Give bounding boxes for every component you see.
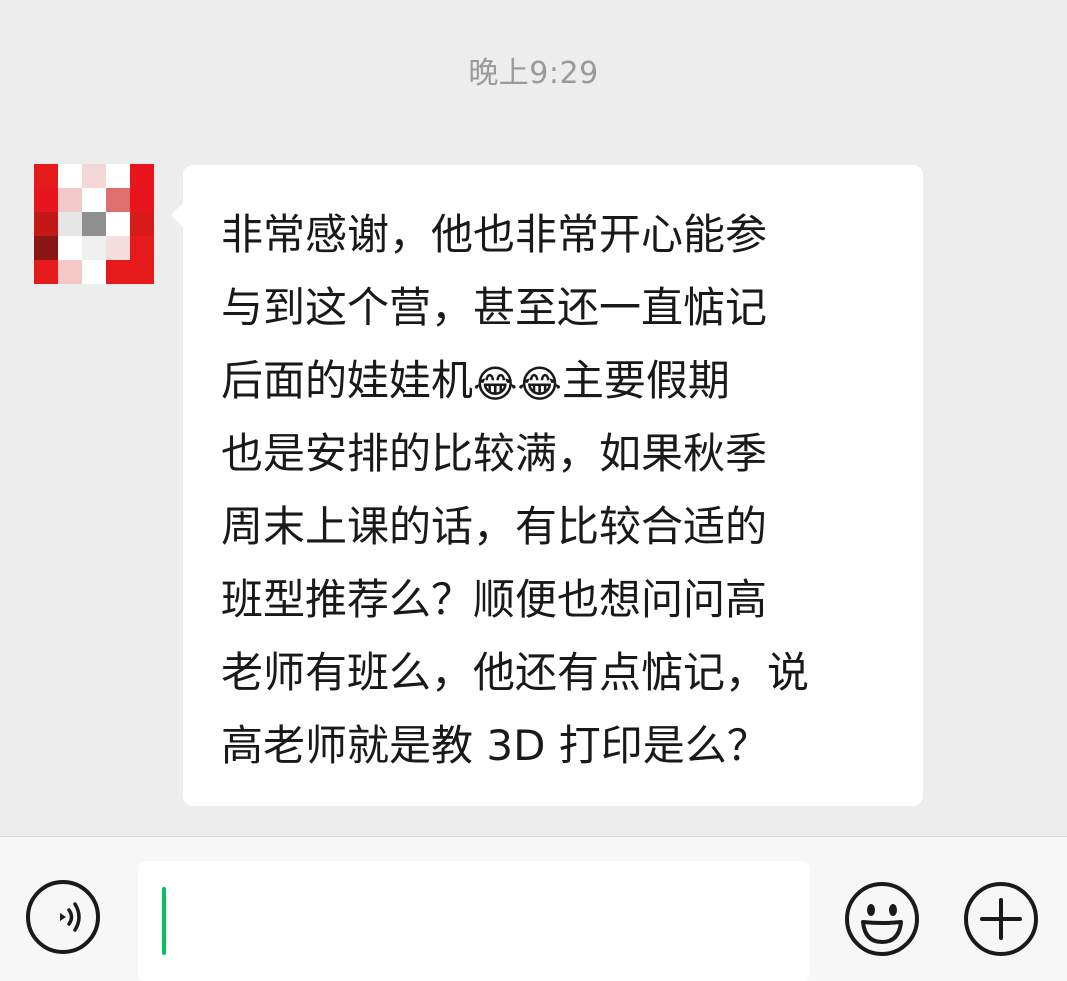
plus-more-icon <box>964 882 1038 956</box>
message-text: 非常感谢，他也非常开心能参 与到这个营，甚至还一直惦记 后面的娃娃机😂😂主要假期… <box>221 198 901 782</box>
text-caret <box>162 887 166 955</box>
contact-avatar[interactable] <box>34 164 154 284</box>
message-line: 周末上课的话，有比较合适的 <box>221 502 768 551</box>
emoji-button[interactable] <box>843 880 921 958</box>
message-line: 也是安排的比较满，如果秋季 <box>221 429 768 478</box>
message-line: 高老师就是教 3D 打印是么？ <box>221 721 769 770</box>
emoji-smile-icon <box>845 882 919 956</box>
message-timestamp: 晚上9:29 <box>468 56 599 91</box>
message-input[interactable] <box>138 861 810 981</box>
more-button[interactable] <box>962 880 1040 958</box>
message-line: 与到这个营，甚至还一直惦记 <box>221 283 768 332</box>
message-bubble[interactable]: 非常感谢，他也非常开心能参 与到这个营，甚至还一直惦记 后面的娃娃机😂😂主要假期… <box>171 165 923 806</box>
chat-input-bar <box>0 836 1067 981</box>
message-line: 班型推荐么？顺便也想问问高 <box>221 575 768 624</box>
message-line-text: 后面的娃娃机 <box>221 356 474 405</box>
message-line-text: 主要假期 <box>561 356 730 405</box>
message-line: 非常感谢，他也非常开心能参 <box>221 210 768 259</box>
message-line: 老师有班么，他还有点惦记，说 <box>221 648 810 697</box>
voice-input-icon <box>60 902 81 932</box>
message-line: 后面的娃娃机😂😂主要假期 <box>221 344 901 417</box>
tears-of-joy-emoji-icon: 😂😂 <box>473 362 562 406</box>
voice-button[interactable] <box>26 880 100 954</box>
